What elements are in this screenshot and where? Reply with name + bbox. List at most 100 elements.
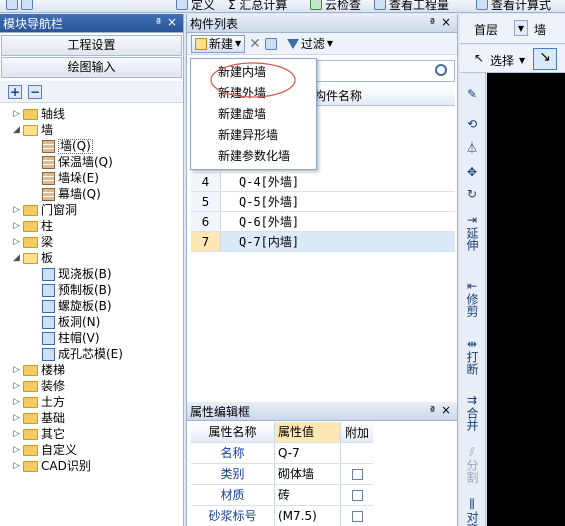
expand-icon[interactable]: ▷ <box>12 234 21 250</box>
floor-select[interactable]: 首层 <box>474 21 498 38</box>
expand-icon[interactable]: ▷ <box>12 362 21 378</box>
view-formula-button[interactable]: 查看计算式 <box>476 0 551 12</box>
mirror-icon[interactable]: ⏃ <box>461 141 483 155</box>
close-icon[interactable]: × <box>441 15 451 29</box>
expand-icon[interactable]: ▷ <box>12 458 21 474</box>
expand-icon[interactable]: ▷ <box>12 426 21 442</box>
search-icon[interactable] <box>435 64 447 76</box>
menu-item-new-wall[interactable]: 新建虚墙 <box>191 104 316 125</box>
tree-item[interactable]: ▷ 土方 <box>12 394 65 410</box>
view-quantity-button[interactable]: 查看工程量 <box>374 0 449 12</box>
menu-item-new-wall[interactable]: 新建参数化墙 <box>191 146 316 167</box>
tree-item[interactable]: 墙(Q) <box>40 138 93 154</box>
tree-item[interactable]: ▷ 门窗洞 <box>12 202 77 218</box>
expand-icon[interactable]: ▷ <box>12 202 21 218</box>
chevron-down-icon[interactable]: ▼ <box>514 20 528 36</box>
tree-item[interactable]: ▷ 轴线 <box>12 106 65 122</box>
tree-item[interactable]: 螺旋板(B) <box>40 298 112 314</box>
tree-item[interactable]: ▷ 自定义 <box>12 442 77 458</box>
tree-item[interactable]: 保温墙(Q) <box>40 154 113 170</box>
select-tool-label[interactable]: 选择 <box>490 52 514 69</box>
copy-icon[interactable] <box>264 37 277 50</box>
property-extra <box>341 443 373 463</box>
expand-icon[interactable]: ▷ <box>12 218 21 234</box>
menu-item-new-wall[interactable]: 新建异形墙 <box>191 125 316 146</box>
split-tool[interactable]: ⫽ 分割 <box>461 445 483 486</box>
property-value[interactable]: 砌体墙 <box>275 464 341 484</box>
wall-icon <box>42 155 55 169</box>
new-component-button[interactable]: 新建 ▼ <box>191 34 246 53</box>
property-row[interactable]: 名称 Q-7 <box>191 443 373 464</box>
component-row[interactable]: 7 Q-7[内墙] <box>191 232 455 252</box>
property-row[interactable]: 类别 砌体墙 <box>191 464 373 485</box>
collapse-icon[interactable]: ◢ <box>12 122 21 138</box>
pin-icon[interactable]: ª <box>430 16 435 29</box>
close-icon[interactable]: × <box>441 403 451 417</box>
component-row[interactable]: 5 Q-5[外墙] <box>191 192 455 212</box>
expand-all-icon[interactable]: + <box>8 84 22 99</box>
tree-item[interactable]: ▷ 梁 <box>12 234 53 250</box>
pin-icon[interactable]: ª <box>156 16 161 29</box>
tree-item[interactable]: 板洞(N) <box>40 314 100 330</box>
property-value[interactable]: 砖 <box>275 485 341 505</box>
split-icon: ⫽ <box>469 445 475 459</box>
collapse-icon[interactable]: ◢ <box>12 250 21 266</box>
sum-calc-button[interactable]: Σ 汇总计算 <box>228 0 287 12</box>
extra-checkbox[interactable] <box>351 489 363 501</box>
tree-item[interactable]: 墙垛(E) <box>40 170 99 186</box>
expand-icon[interactable]: ▷ <box>12 378 21 394</box>
tree-item[interactable]: 现浇板(B) <box>40 266 112 282</box>
tree-item-label: 楼梯 <box>41 363 66 377</box>
component-row[interactable]: 6 Q-6[外墙] <box>191 212 455 232</box>
property-row[interactable]: 砂浆标号 (M7.5) <box>191 506 373 526</box>
chevron-down-icon[interactable]: ▼ <box>519 56 525 65</box>
tree-item[interactable]: ◢ 板 <box>12 250 53 266</box>
break-label: 打断 <box>465 351 479 375</box>
move-icon[interactable]: ✥ <box>461 165 483 179</box>
align-tool[interactable]: ⫼ 对齐 <box>461 497 483 526</box>
delete-icon[interactable]: ✕ <box>249 36 261 52</box>
property-row[interactable]: 材质砖 <box>191 485 373 506</box>
tree-item[interactable]: 预制板(B) <box>40 282 112 298</box>
toolbar-icons[interactable] <box>6 0 33 12</box>
property-value[interactable]: (M7.5) <box>275 506 341 526</box>
tree-item[interactable]: 柱帽(V) <box>40 330 100 346</box>
expand-icon[interactable]: ▷ <box>12 410 21 426</box>
property-name-header: 属性名称 <box>191 422 275 442</box>
tree-item[interactable]: ◢ 墙 <box>12 122 53 138</box>
rotate-icon[interactable]: ↻ <box>461 187 483 201</box>
extra-checkbox[interactable] <box>351 468 363 480</box>
drawing-canvas[interactable] <box>487 73 565 526</box>
expand-icon[interactable]: ▷ <box>12 394 21 410</box>
offset-icon[interactable]: ⟲ <box>461 117 483 131</box>
drawing-input-button[interactable]: 绘图输入 <box>1 57 182 78</box>
define-icon <box>176 0 188 10</box>
break-tool[interactable]: ⇹ 打断 <box>461 337 483 378</box>
extra-checkbox[interactable] <box>351 510 363 522</box>
type-select[interactable]: 墙 <box>534 21 546 38</box>
close-icon[interactable]: × <box>167 15 177 29</box>
tree-item[interactable]: 成孔芯模(E) <box>40 346 123 362</box>
merge-tool[interactable]: ⇉ 合并 <box>461 393 483 434</box>
expand-icon[interactable]: ▷ <box>12 442 21 458</box>
project-settings-button[interactable]: 工程设置 <box>1 35 182 56</box>
extend-tool[interactable]: ⇥ 延伸 <box>461 213 483 254</box>
pencil-icon[interactable]: ✎ <box>461 87 483 101</box>
pin-icon[interactable]: ª <box>430 404 435 417</box>
tree-item[interactable]: ▷ 其它 <box>12 426 65 442</box>
tree-item[interactable]: ▷ CAD识别 <box>12 458 91 474</box>
line-tool-icon[interactable]: ↘ <box>533 48 557 70</box>
tree-item[interactable]: ▷ 基础 <box>12 410 65 426</box>
property-value[interactable]: Q-7 <box>275 443 341 463</box>
cloud-check-button[interactable]: 云检查 <box>310 0 361 12</box>
component-row[interactable]: 4 Q-4[外墙] <box>191 172 455 192</box>
tree-item[interactable]: ▷ 柱 <box>12 218 53 234</box>
collapse-all-icon[interactable]: − <box>28 84 42 99</box>
trim-tool[interactable]: ⇤ 修剪 <box>461 279 483 320</box>
tree-item[interactable]: ▷ 楼梯 <box>12 362 65 378</box>
tree-item[interactable]: 幕墙(Q) <box>40 186 101 202</box>
filter-button[interactable]: 过滤 ▼ <box>286 35 333 52</box>
define-button[interactable]: 定义 <box>176 0 215 12</box>
expand-icon[interactable]: ▷ <box>12 106 21 122</box>
tree-item[interactable]: ▷ 装修 <box>12 378 65 394</box>
